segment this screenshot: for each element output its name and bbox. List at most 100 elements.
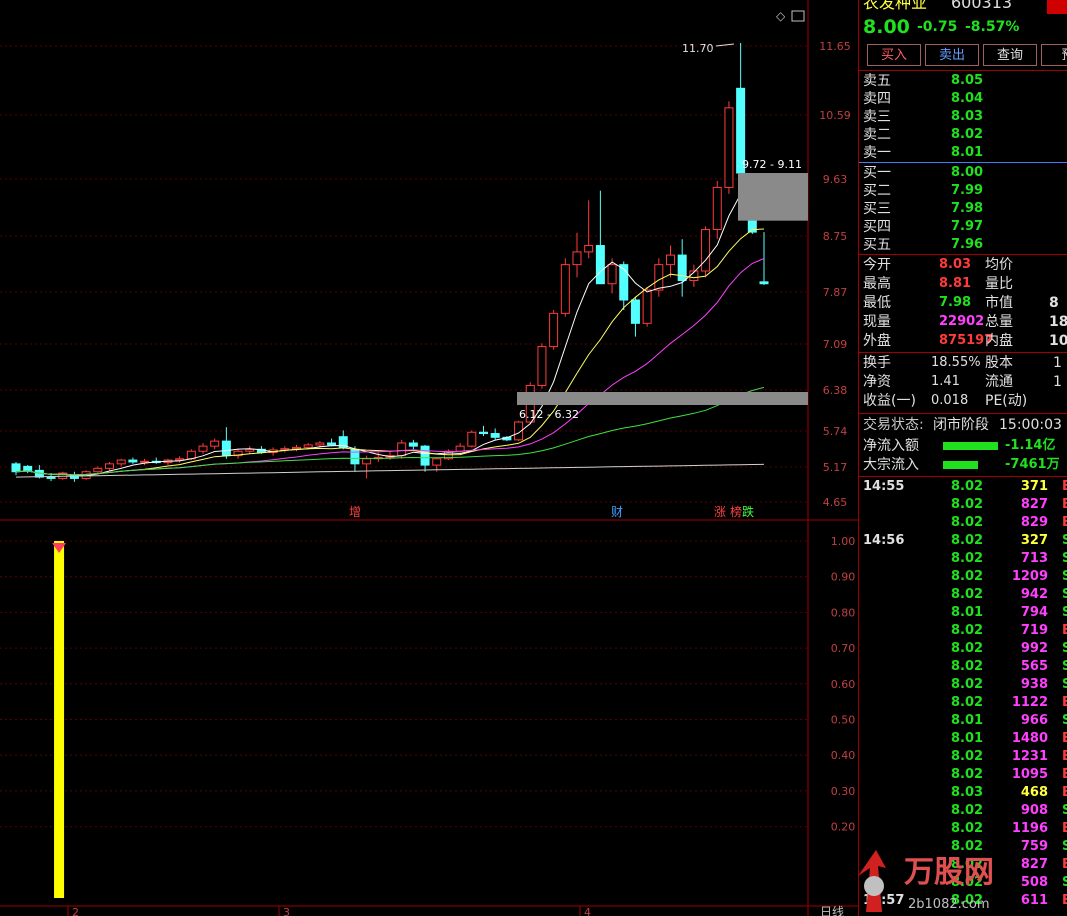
tick-price: 8.02 — [951, 587, 984, 602]
candle-body — [712, 186, 722, 231]
flow-row: 净流入额 -1.14亿 — [859, 437, 1067, 455]
tick-volume: 938 — [1020, 677, 1048, 692]
book-divider — [859, 162, 1067, 163]
ask-level: 卖四 8.04 — [859, 90, 1067, 108]
quote-panel: 农发种业 600313 8.00 -0.75 -8.57% 买入 卖出 查询 预… — [858, 0, 1067, 916]
watermark-url: 2b1082.com — [908, 897, 990, 912]
tick-row: 8.01 966 S — [859, 712, 1067, 730]
tick-direction: B — [1062, 694, 1067, 712]
sell-button[interactable]: 卖出 — [925, 44, 979, 66]
candle-body — [315, 442, 325, 446]
indicator-axis-label: 0.20 — [831, 821, 856, 834]
fundamental-value-2: 1 — [1053, 355, 1062, 371]
x-axis-label: 2 — [72, 906, 79, 916]
tick-direction: B — [1062, 496, 1067, 514]
quote-label: 外盘 — [863, 333, 891, 349]
candle-body — [350, 448, 360, 465]
ask-level: 卖一 8.01 — [859, 144, 1067, 162]
candle-body — [327, 442, 337, 446]
indicator-axis-label: 0.80 — [831, 606, 856, 619]
tick-volume: 1122 — [1011, 695, 1048, 710]
tick-row: 8.02 1209 S — [859, 568, 1067, 586]
tick-price: 8.01 — [951, 605, 984, 620]
buy-button[interactable]: 买入 — [867, 44, 921, 66]
tick-volume: 1095 — [1011, 767, 1048, 782]
tick-row: 14:55 8.02 371 B — [859, 478, 1067, 496]
tick-price: 8.02 — [951, 803, 984, 818]
bid-level: 买二 7.99 — [859, 182, 1067, 200]
diamond-icon[interactable]: ◇ — [776, 9, 786, 23]
event-marker[interactable]: 榜 — [730, 504, 742, 519]
tick-price: 8.02 — [951, 659, 984, 674]
indicator-axis-label: 0.70 — [831, 642, 856, 655]
price-change-pct: -8.57% — [965, 19, 1020, 35]
bid-level: 买三 7.98 — [859, 200, 1067, 218]
price-axis-label: 7.09 — [823, 338, 848, 351]
quote-row: 现量 22902 总量 18 — [859, 313, 1067, 331]
event-marker[interactable]: 财 — [611, 505, 623, 519]
divider — [859, 476, 1067, 477]
tick-row: 8.02 829 B — [859, 514, 1067, 532]
indicator-axis-label: 1.00 — [831, 535, 856, 548]
bid-price: 7.99 — [951, 183, 984, 198]
tick-price: 8.02 — [951, 479, 984, 494]
tick-direction: S — [1062, 658, 1067, 676]
kline-chart[interactable]: 11.65 10.59 9.63 8.75 7.87 7.09 6.38 5.74 5.17 4.… — [0, 0, 858, 916]
fundamental-value: 18.55% — [931, 355, 981, 370]
tick-time: 14:56 — [863, 533, 905, 548]
tick-price: 8.02 — [951, 695, 984, 710]
tick-row: 8.02 1122 B — [859, 694, 1067, 712]
tick-row: 8.02 992 S — [859, 640, 1067, 658]
event-marker[interactable]: 跌 — [742, 504, 754, 519]
candle-body — [607, 264, 617, 285]
indicator-axis-label: 0.30 — [831, 785, 856, 798]
price-change: -0.75 — [917, 19, 958, 35]
event-marker[interactable]: 增 — [349, 505, 361, 519]
fundamental-row: 净资 1.41 流通 1 — [859, 373, 1067, 391]
ask-price: 8.02 — [951, 127, 984, 142]
quote-value: 22902 — [939, 314, 985, 329]
tick-direction: B — [1062, 622, 1067, 640]
candle-body — [467, 431, 477, 447]
tick-volume: 371 — [1020, 479, 1048, 494]
indicator-axis-label: 0.40 — [831, 749, 856, 762]
price-axis-label: 6.38 — [823, 384, 848, 397]
tick-volume: 1209 — [1011, 569, 1048, 584]
trade-status: 交易状态: 闭市阶段 15:00:03 — [859, 416, 1067, 434]
bid-label: 买一 — [863, 165, 891, 181]
more-button[interactable]: 预 — [1041, 44, 1067, 66]
indicator-bar — [54, 541, 65, 898]
event-marker[interactable]: 涨 — [714, 504, 726, 519]
quote-label-2: 市值 — [985, 295, 1013, 311]
tick-direction: B — [1062, 514, 1067, 532]
candle-body — [560, 264, 570, 314]
support-zone — [517, 392, 808, 405]
quote-label: 现量 — [863, 314, 891, 330]
quote-row: 外盘 875197 内盘 10 — [859, 332, 1067, 350]
ask-label: 卖一 — [863, 145, 891, 161]
watermark-logo: 万股网 2b1082.com — [858, 850, 994, 912]
period-label[interactable]: 日线 — [820, 905, 844, 916]
tick-volume: 942 — [1020, 587, 1048, 602]
tick-direction: S — [1062, 532, 1067, 550]
indicator-axis-label: 0.90 — [831, 571, 856, 584]
indicator-axis-label: 0.60 — [831, 678, 856, 691]
stock-name: 农发种业 — [863, 0, 928, 12]
quote-row: 最高 8.81 量比 — [859, 275, 1067, 293]
candle-body — [759, 281, 769, 285]
tick-row: 8.02 1095 B — [859, 766, 1067, 784]
query-button[interactable]: 查询 — [983, 44, 1037, 66]
price-axis-label: 5.74 — [823, 425, 848, 438]
tick-direction: B — [1062, 748, 1067, 766]
candle-body — [701, 229, 711, 272]
tick-volume: 1231 — [1011, 749, 1048, 764]
candle-body — [490, 433, 500, 438]
tick-row: 8.02 719 B — [859, 622, 1067, 640]
tick-direction: B — [1062, 730, 1067, 748]
price-axis-label: 10.59 — [819, 109, 851, 122]
ask-price: 8.05 — [951, 73, 984, 88]
quote-value: 8.81 — [939, 276, 972, 291]
bid-level: 买一 8.00 — [859, 164, 1067, 182]
candle-body — [221, 440, 231, 457]
bid-label: 买五 — [863, 237, 891, 253]
